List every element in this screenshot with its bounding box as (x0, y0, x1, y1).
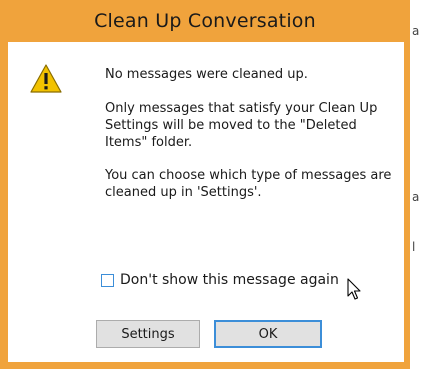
background-text-fragment: l (412, 240, 416, 254)
message-headline: No messages were cleaned up. (105, 67, 308, 82)
dialog-buttons: Settings OK (96, 320, 322, 348)
background-text-fragment: a (412, 24, 420, 38)
message-detail-settings: Only messages that satisfy your Clean Up… (105, 101, 378, 150)
dont-show-again-checkbox[interactable] (101, 273, 114, 287)
background-window-edge: a a l (410, 0, 421, 369)
background-text-fragment: a (412, 190, 420, 204)
message-detail-choose: You can choose which type of messages ar… (105, 168, 392, 200)
screen: a a l Clean Up Conversation No messages … (0, 0, 421, 369)
clean-up-dialog: Clean Up Conversation No messages were c… (0, 0, 410, 369)
dialog-titlebar[interactable]: Clean Up Conversation (0, 0, 410, 42)
warning-icon (30, 64, 62, 93)
ok-button[interactable]: OK (214, 320, 322, 348)
dialog-body: No messages were cleaned up. Only messag… (8, 42, 404, 362)
settings-button[interactable]: Settings (96, 320, 200, 348)
dialog-title: Clean Up Conversation (94, 10, 316, 32)
dont-show-again-row[interactable]: Don't show this message again (101, 272, 339, 288)
mouse-pointer-icon (347, 278, 361, 300)
dont-show-again-label[interactable]: Don't show this message again (120, 272, 339, 288)
